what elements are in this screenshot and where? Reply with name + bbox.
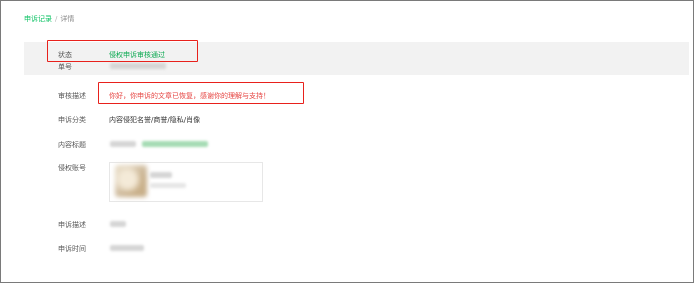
content-title-link-redacted[interactable]	[142, 141, 208, 147]
breadcrumb: 申诉记录 / 详情	[24, 14, 74, 24]
status-highlight-box	[47, 40, 198, 62]
description-value-redacted	[110, 221, 126, 227]
breadcrumb-separator: /	[55, 15, 58, 23]
content-title-label: 内容标题	[58, 141, 86, 149]
time-value-redacted	[110, 245, 144, 251]
account-name-redacted	[150, 172, 172, 178]
description-label: 申诉描述	[58, 221, 86, 229]
category-label: 申诉分类	[58, 116, 86, 124]
number-label: 单号	[58, 63, 72, 71]
review-label: 审核描述	[58, 92, 86, 100]
number-value-redacted	[110, 63, 166, 69]
account-id-redacted	[150, 183, 186, 188]
content-title-redacted-1	[110, 141, 136, 147]
breadcrumb-current: 详情	[60, 15, 75, 23]
breadcrumb-appeal-records-link[interactable]: 申诉记录	[24, 15, 52, 23]
account-label: 侵权账号	[58, 164, 86, 172]
category-value: 内容侵犯名誉/商誉/隐私/肖像	[109, 116, 201, 124]
time-label: 申诉时间	[58, 245, 86, 253]
account-card[interactable]	[109, 162, 263, 202]
account-avatar	[115, 165, 147, 197]
review-highlight-box	[98, 82, 304, 104]
